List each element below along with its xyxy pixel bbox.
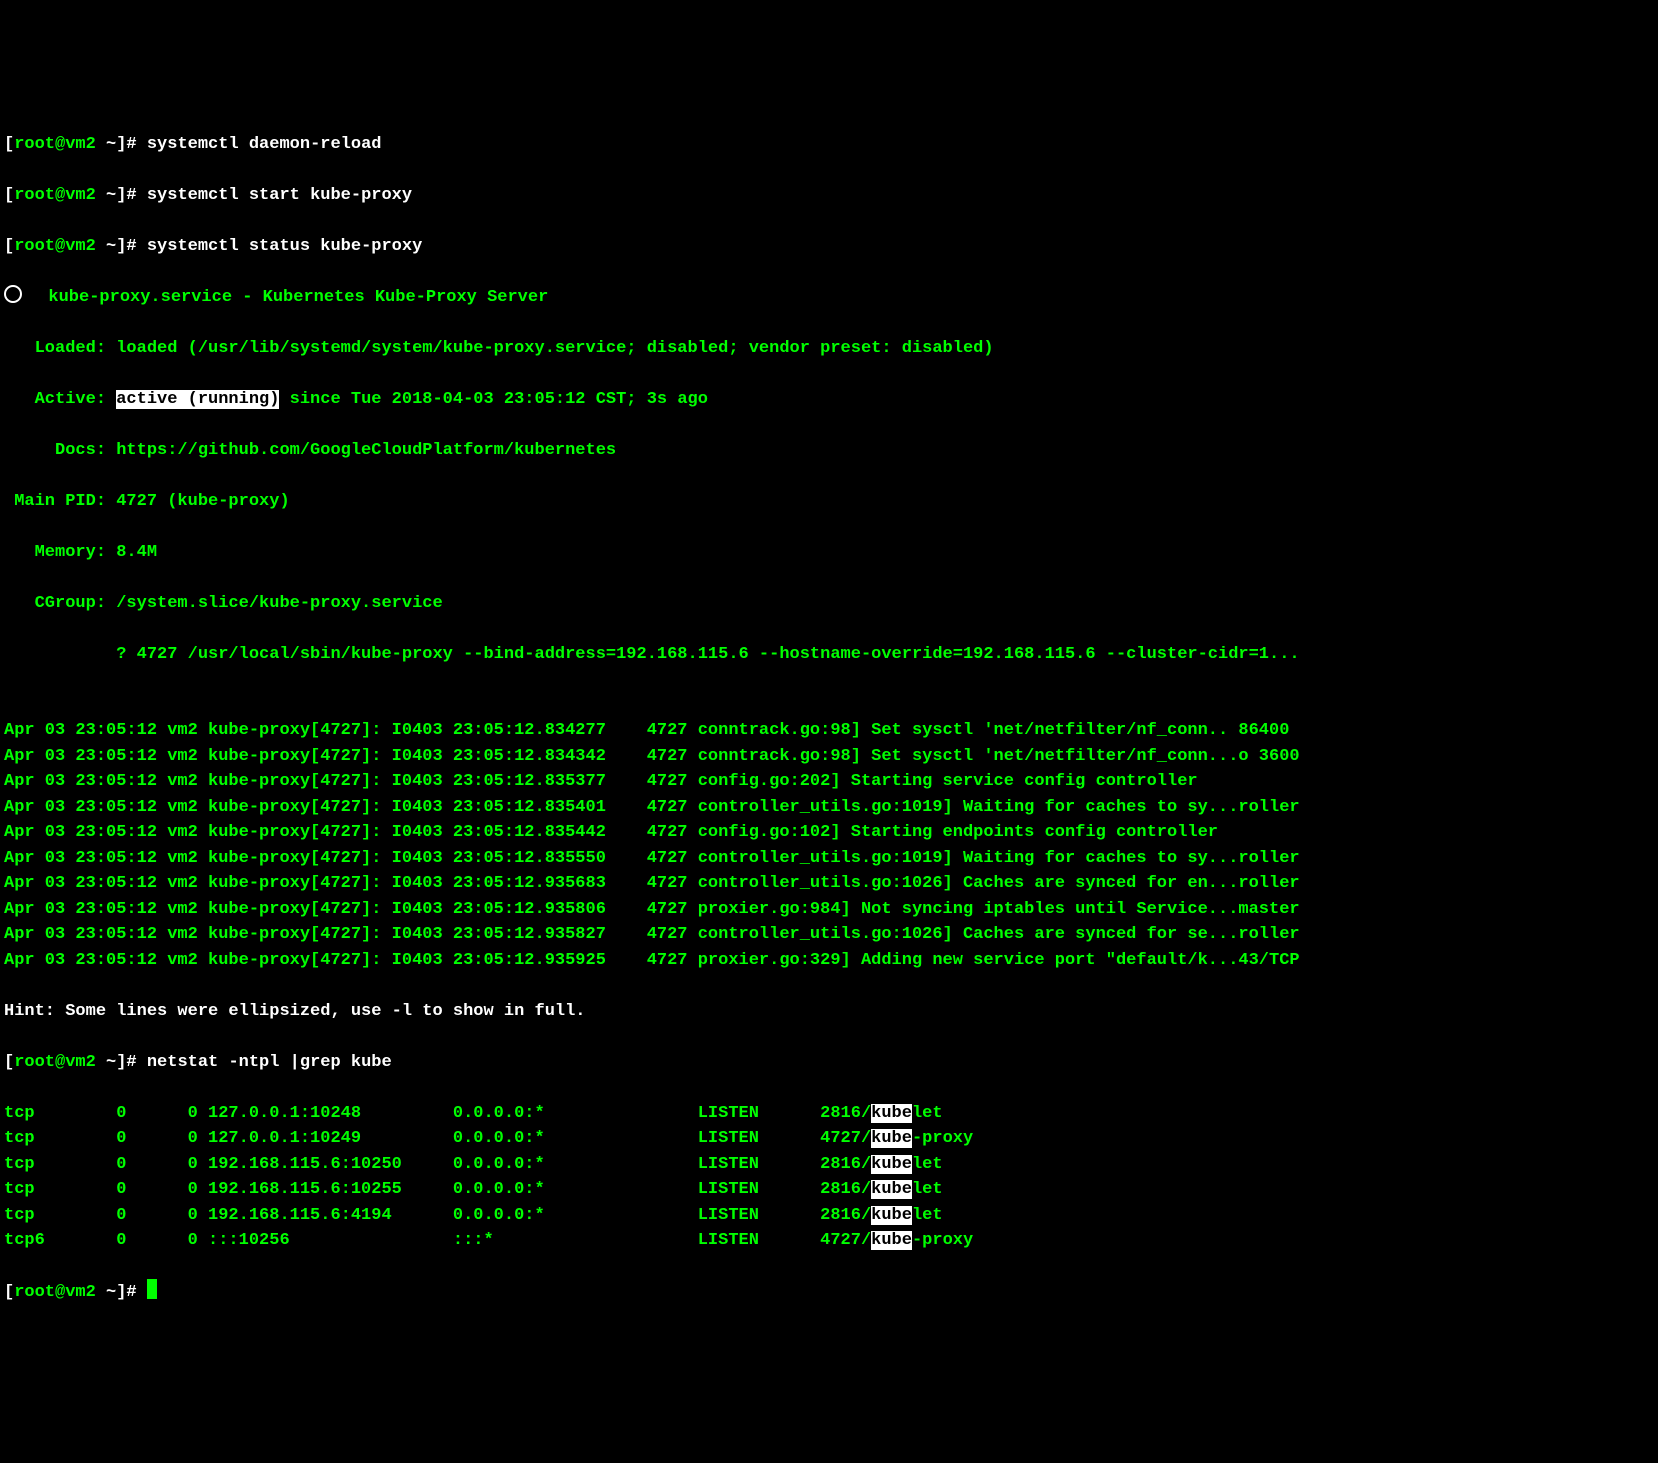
hint-line: Hint: Some lines were ellipsized, use -l… [4,999,1654,1025]
prompt-line-4: [root@vm2 ~]# netstat -ntpl |grep kube [4,1050,1654,1076]
grep-highlight: kube [871,1206,912,1225]
terminal-output[interactable]: [root@vm2 ~]# systemctl daemon-reload [r… [4,106,1654,1331]
netstat-output: tcp 0 0 127.0.0.1:10248 0.0.0.0:* LISTEN… [4,1101,1654,1254]
log-line: Apr 03 23:05:12 vm2 kube-proxy[4727]: I0… [4,948,1654,974]
cursor-icon[interactable] [147,1279,157,1299]
netstat-row: tcp 0 0 192.168.115.6:4194 0.0.0.0:* LIS… [4,1203,1654,1229]
netstat-row: tcp6 0 0 :::10256 :::* LISTEN 4727/kube-… [4,1228,1654,1254]
log-line: Apr 03 23:05:12 vm2 kube-proxy[4727]: I0… [4,820,1654,846]
log-line: Apr 03 23:05:12 vm2 kube-proxy[4727]: I0… [4,718,1654,744]
docs-line: Docs: https://github.com/GoogleCloudPlat… [4,438,1654,464]
prompt-line-3: [root@vm2 ~]# systemctl status kube-prox… [4,234,1654,260]
log-lines: Apr 03 23:05:12 vm2 kube-proxy[4727]: I0… [4,718,1654,973]
cgroup-child-line: ? 4727 /usr/local/sbin/kube-proxy --bind… [4,642,1654,668]
grep-highlight: kube [871,1231,912,1250]
main-pid-line: Main PID: 4727 (kube-proxy) [4,489,1654,515]
prompt-line-1: [root@vm2 ~]# systemctl daemon-reload [4,132,1654,158]
log-line: Apr 03 23:05:12 vm2 kube-proxy[4727]: I0… [4,846,1654,872]
memory-line: Memory: 8.4M [4,540,1654,566]
service-title-line: kube-proxy.service - Kubernetes Kube-Pro… [4,285,1654,311]
grep-highlight: kube [871,1180,912,1199]
log-line: Apr 03 23:05:12 vm2 kube-proxy[4727]: I0… [4,795,1654,821]
grep-highlight: kube [871,1155,912,1174]
status-bullet-icon [4,285,22,303]
grep-highlight: kube [871,1104,912,1123]
prompt-line-5: [root@vm2 ~]# [4,1279,1654,1306]
grep-highlight: kube [871,1129,912,1148]
log-line: Apr 03 23:05:12 vm2 kube-proxy[4727]: I0… [4,871,1654,897]
log-line: Apr 03 23:05:12 vm2 kube-proxy[4727]: I0… [4,769,1654,795]
netstat-row: tcp 0 0 127.0.0.1:10249 0.0.0.0:* LISTEN… [4,1126,1654,1152]
log-line: Apr 03 23:05:12 vm2 kube-proxy[4727]: I0… [4,897,1654,923]
netstat-row: tcp 0 0 192.168.115.6:10250 0.0.0.0:* LI… [4,1152,1654,1178]
log-line: Apr 03 23:05:12 vm2 kube-proxy[4727]: I0… [4,922,1654,948]
netstat-row: tcp 0 0 127.0.0.1:10248 0.0.0.0:* LISTEN… [4,1101,1654,1127]
loaded-line: Loaded: loaded (/usr/lib/systemd/system/… [4,336,1654,362]
prompt-line-2: [root@vm2 ~]# systemctl start kube-proxy [4,183,1654,209]
netstat-row: tcp 0 0 192.168.115.6:10255 0.0.0.0:* LI… [4,1177,1654,1203]
cgroup-line: CGroup: /system.slice/kube-proxy.service [4,591,1654,617]
active-line: Active: active (running) since Tue 2018-… [4,387,1654,413]
log-line: Apr 03 23:05:12 vm2 kube-proxy[4727]: I0… [4,744,1654,770]
active-status-highlight: active (running) [116,390,279,409]
